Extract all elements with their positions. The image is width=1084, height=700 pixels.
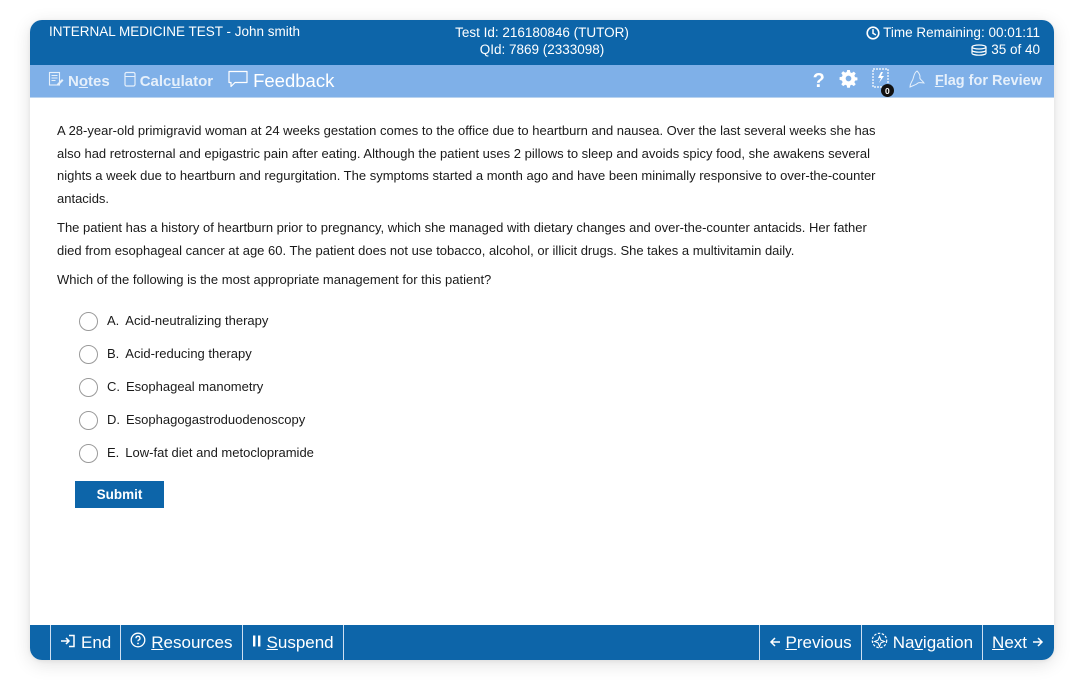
- navigation-button[interactable]: Navigation: [860, 625, 982, 660]
- question-circle-icon: [130, 632, 146, 653]
- exam-window: INTERNAL MEDICINE TEST - John smith Test…: [30, 20, 1054, 660]
- settings-button[interactable]: [839, 69, 858, 94]
- question-prompt: Which of the following is the most appro…: [57, 272, 492, 287]
- flag-for-review-button[interactable]: Flag for Review: [907, 69, 1042, 93]
- calculator-icon: [124, 71, 136, 91]
- help-icon: ?: [812, 69, 825, 92]
- speech-bubble-icon: [227, 69, 249, 94]
- resources-button[interactable]: Resources: [120, 625, 241, 660]
- progress-count: 35 of 40: [991, 42, 1040, 57]
- footer-bar: End Resources Suspend Previous Navigatio…: [30, 625, 1054, 660]
- previous-button[interactable]: Previous: [758, 625, 861, 660]
- notes-icon: [48, 71, 64, 91]
- flag-icon: [907, 69, 927, 93]
- question-stack-icon: [970, 43, 988, 56]
- time-remaining: Time Remaining: 00:01:11: [883, 25, 1040, 40]
- answer-choice-b[interactable]: B. Acid-reducing therapy: [79, 338, 1028, 371]
- radio-button[interactable]: [79, 344, 98, 364]
- answer-choice-a[interactable]: A. Acid-neutralizing therapy: [79, 305, 1028, 338]
- suspend-button[interactable]: Suspend: [241, 625, 344, 660]
- header-status: Time Remaining: 00:01:11 35 of 40: [866, 24, 1040, 58]
- notes-button[interactable]: Notes: [48, 71, 110, 91]
- answer-choice-e[interactable]: E. Low-fat diet and metoclopramide: [79, 437, 1028, 470]
- question-content: A 28-year-old primigravid woman at 24 we…: [30, 98, 1054, 625]
- answer-choice-c[interactable]: C. Esophageal manometry: [79, 371, 1028, 404]
- radio-button[interactable]: [79, 377, 98, 397]
- submit-button[interactable]: Submit: [75, 480, 164, 508]
- gear-icon: [839, 69, 858, 94]
- compass-icon: [871, 632, 888, 654]
- timer: Time Remaining: 00:01:11: [866, 24, 1040, 41]
- arrow-right-icon: [1032, 633, 1044, 653]
- lab-badge-count: 0: [880, 84, 894, 97]
- exit-icon: [60, 633, 76, 653]
- answer-choices: A. Acid-neutralizing therapy B. Acid-red…: [79, 305, 1028, 470]
- calculator-button[interactable]: Calculator: [124, 71, 213, 91]
- help-button[interactable]: ?: [813, 70, 825, 93]
- arrow-left-icon: [769, 633, 781, 653]
- end-button[interactable]: End: [50, 625, 120, 660]
- question-progress: 35 of 40: [866, 41, 1040, 58]
- clock-icon: [866, 25, 880, 40]
- question-stem-paragraph: The patient has a history of heartburn p…: [57, 220, 867, 258]
- header-bar: INTERNAL MEDICINE TEST - John smith Test…: [30, 20, 1054, 65]
- next-button[interactable]: Next: [982, 625, 1054, 660]
- radio-button[interactable]: [79, 443, 98, 463]
- toolbar: Notes Calculator Feedback ? 0 Flag for R…: [30, 65, 1054, 98]
- lab-values-button[interactable]: 0: [872, 68, 894, 97]
- question-stem-paragraph: A 28-year-old primigravid woman at 24 we…: [57, 123, 876, 206]
- radio-button[interactable]: [79, 311, 98, 331]
- pause-icon: [252, 633, 262, 653]
- answer-choice-d[interactable]: D. Esophagogastroduodenoscopy: [79, 404, 1028, 437]
- radio-button[interactable]: [79, 410, 98, 430]
- feedback-button[interactable]: Feedback: [227, 69, 334, 94]
